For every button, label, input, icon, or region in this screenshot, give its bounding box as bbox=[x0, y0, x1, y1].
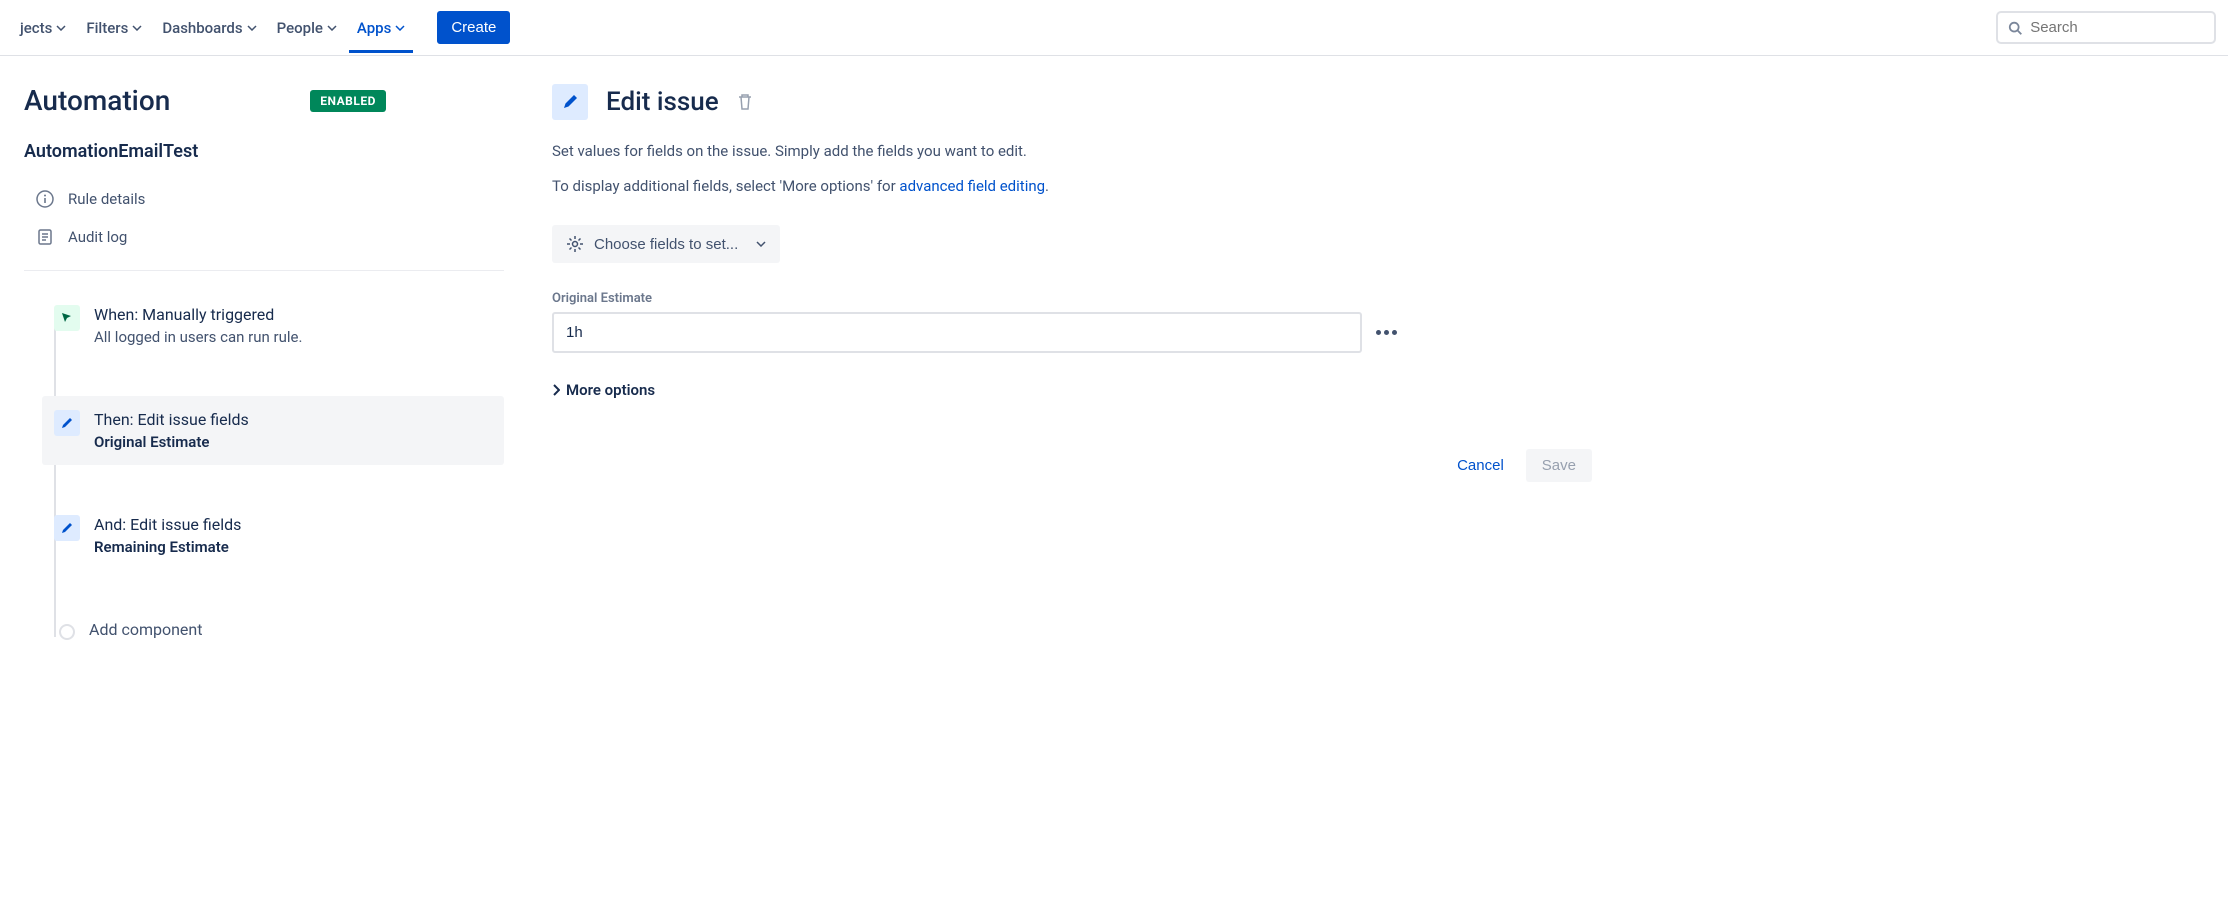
pencil-icon bbox=[552, 84, 588, 120]
chevron-down-icon bbox=[327, 25, 337, 31]
side-link-label: Rule details bbox=[68, 190, 145, 208]
page-title: Automation bbox=[24, 84, 170, 117]
rule-node-when[interactable]: When: Manually triggered All logged in u… bbox=[42, 291, 504, 360]
search-icon bbox=[2008, 20, 2022, 36]
panel-title: Edit issue bbox=[606, 87, 719, 117]
rule-name: AutomationEmailTest bbox=[24, 141, 504, 162]
search-box[interactable] bbox=[1996, 11, 2216, 44]
choose-fields-label: Choose fields to set... bbox=[594, 236, 738, 253]
nav-apps[interactable]: Apps bbox=[349, 3, 413, 53]
node-title: And: Edit issue fields bbox=[94, 515, 492, 534]
top-nav: jects Filters Dashboards People Apps Cre… bbox=[0, 0, 2228, 56]
pencil-icon bbox=[54, 515, 80, 541]
cancel-button[interactable]: Cancel bbox=[1445, 449, 1516, 482]
chevron-down-icon bbox=[395, 25, 405, 31]
more-options-toggle[interactable]: More options bbox=[552, 381, 1652, 399]
node-subtitle: All logged in users can run rule. bbox=[94, 328, 492, 346]
chevron-down-icon bbox=[132, 25, 142, 31]
audit-log-link[interactable]: Audit log bbox=[24, 218, 504, 256]
nav-projects[interactable]: jects bbox=[12, 13, 74, 43]
chevron-down-icon bbox=[56, 25, 66, 31]
nav-label: Dashboards bbox=[162, 19, 242, 37]
node-subtitle: Original Estimate bbox=[94, 433, 492, 451]
more-actions-icon[interactable] bbox=[1376, 330, 1397, 335]
advanced-field-editing-link[interactable]: advanced field editing bbox=[899, 177, 1045, 195]
choose-fields-button[interactable]: Choose fields to set... bbox=[552, 225, 780, 263]
nav-label: Filters bbox=[86, 19, 128, 37]
chevron-down-icon bbox=[756, 241, 766, 247]
rule-node-then[interactable]: Then: Edit issue fields Original Estimat… bbox=[42, 396, 504, 465]
nav-people[interactable]: People bbox=[269, 13, 345, 43]
panel-desc-1: Set values for fields on the issue. Simp… bbox=[552, 140, 1652, 163]
pencil-icon bbox=[54, 410, 80, 436]
nav-dashboards[interactable]: Dashboards bbox=[154, 13, 264, 43]
search-input[interactable] bbox=[2030, 19, 2204, 36]
trash-icon[interactable] bbox=[737, 93, 753, 111]
side-link-label: Audit log bbox=[68, 228, 127, 246]
node-title: Add component bbox=[89, 620, 492, 639]
rule-details-link[interactable]: Rule details bbox=[24, 180, 504, 218]
rule-node-add-component[interactable]: Add component bbox=[42, 606, 504, 657]
nav-label: Apps bbox=[357, 19, 391, 37]
nav-label: jects bbox=[20, 19, 52, 37]
status-badge: ENABLED bbox=[310, 90, 386, 112]
more-options-label: More options bbox=[566, 381, 655, 399]
empty-circle-icon bbox=[59, 624, 75, 640]
chevron-down-icon bbox=[247, 25, 257, 31]
rule-node-and[interactable]: And: Edit issue fields Remaining Estimat… bbox=[42, 501, 504, 570]
cursor-icon bbox=[54, 305, 80, 331]
rule-chain: When: Manually triggered All logged in u… bbox=[24, 291, 504, 657]
node-subtitle: Remaining Estimate bbox=[94, 538, 492, 556]
create-button[interactable]: Create bbox=[437, 11, 510, 44]
panel-desc-2: To display additional fields, select 'Mo… bbox=[552, 175, 1652, 198]
document-icon bbox=[36, 228, 54, 246]
save-button[interactable]: Save bbox=[1526, 449, 1592, 482]
node-title: Then: Edit issue fields bbox=[94, 410, 492, 429]
field-label: Original Estimate bbox=[552, 291, 1652, 306]
original-estimate-input[interactable] bbox=[552, 312, 1362, 353]
chevron-right-icon bbox=[552, 384, 560, 396]
gear-icon bbox=[566, 235, 584, 253]
nav-filters[interactable]: Filters bbox=[78, 13, 150, 43]
info-icon bbox=[36, 190, 54, 208]
nav-label: People bbox=[277, 19, 323, 37]
node-title: When: Manually triggered bbox=[94, 305, 492, 324]
